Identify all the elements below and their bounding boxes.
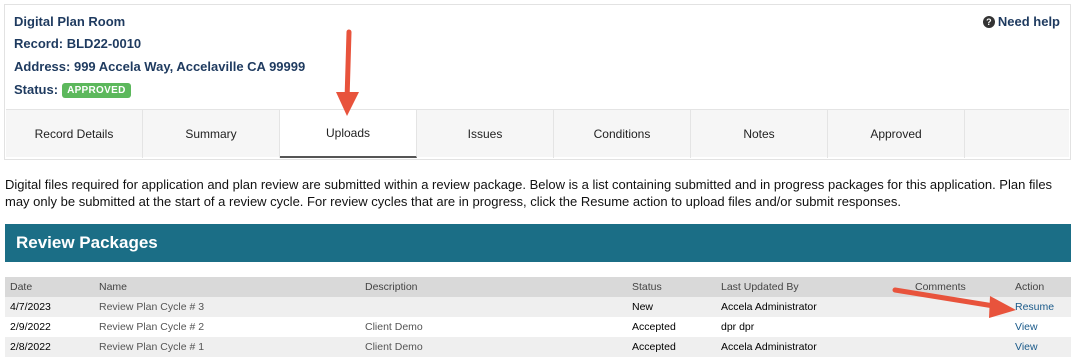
row-name: Review Plan Cycle # 1 [99,341,205,353]
review-packages-table: Date Name Description Status Last Update… [5,277,1071,357]
col-description[interactable]: Description [365,281,418,293]
row-updated-by: dpr dpr [721,321,755,333]
row-date: 2/8/2022 [10,341,51,353]
tab-uploads[interactable]: Uploads [280,110,417,158]
uploads-description: Digital files required for application a… [5,177,1053,209]
view-link[interactable]: View [1015,321,1038,333]
row-date: 2/9/2022 [10,321,51,333]
row-description: Client Demo [365,321,423,333]
row-description: Client Demo [365,341,423,353]
tab-notes[interactable]: Notes [691,110,828,158]
row-date: 4/7/2023 [10,301,51,313]
tab-bar: Record Details Summary Uploads Issues Co… [6,109,1069,158]
col-status[interactable]: Status [632,281,662,293]
record-status: Status: APPROVED [14,82,131,98]
row-status: New [632,301,654,313]
tab-approved[interactable]: Approved [828,110,965,158]
row-name: Review Plan Cycle # 2 [99,321,205,333]
tab-summary[interactable]: Summary [143,110,280,158]
table-row: 4/7/2023 Review Plan Cycle # 3 New Accel… [5,297,1071,317]
record-address: Address: 999 Accela Way, Accelaville CA … [14,59,306,74]
col-action: Action [1015,281,1045,293]
need-help-label: Need help [997,14,1060,29]
page: Digital Plan Room Record: BLD22-0010 Add… [0,0,1074,361]
table-row: 2/9/2022 Review Plan Cycle # 2 Client De… [5,317,1071,337]
col-last-updated-by[interactable]: Last Updated By [721,281,799,293]
col-date[interactable]: Date [10,281,32,293]
need-help-link[interactable]: ? Need help [982,14,1060,29]
row-updated-by: Accela Administrator [721,341,817,353]
app-title: Digital Plan Room [14,14,126,29]
row-status: Accepted [632,341,676,353]
row-status: Accepted [632,321,676,333]
record-number: Record: BLD22-0010 [14,36,142,51]
help-icon: ? [982,15,995,28]
col-name[interactable]: Name [99,281,127,293]
row-updated-by: Accela Administrator [721,301,817,313]
status-label: Status: [14,82,59,97]
view-link[interactable]: View [1015,341,1038,353]
table-row: 2/8/2022 Review Plan Cycle # 1 Client De… [5,337,1071,357]
col-comments[interactable]: Comments [915,281,966,293]
resume-link[interactable]: Resume [1015,301,1054,313]
record-header: Digital Plan Room Record: BLD22-0010 Add… [4,4,1071,160]
tab-issues[interactable]: Issues [417,110,554,158]
tab-conditions[interactable]: Conditions [554,110,691,158]
status-badge: APPROVED [62,83,131,98]
section-title: Review Packages [5,224,1071,262]
table-header: Date Name Description Status Last Update… [5,277,1071,297]
tab-record-details[interactable]: Record Details [6,110,143,158]
row-name: Review Plan Cycle # 3 [99,301,205,313]
